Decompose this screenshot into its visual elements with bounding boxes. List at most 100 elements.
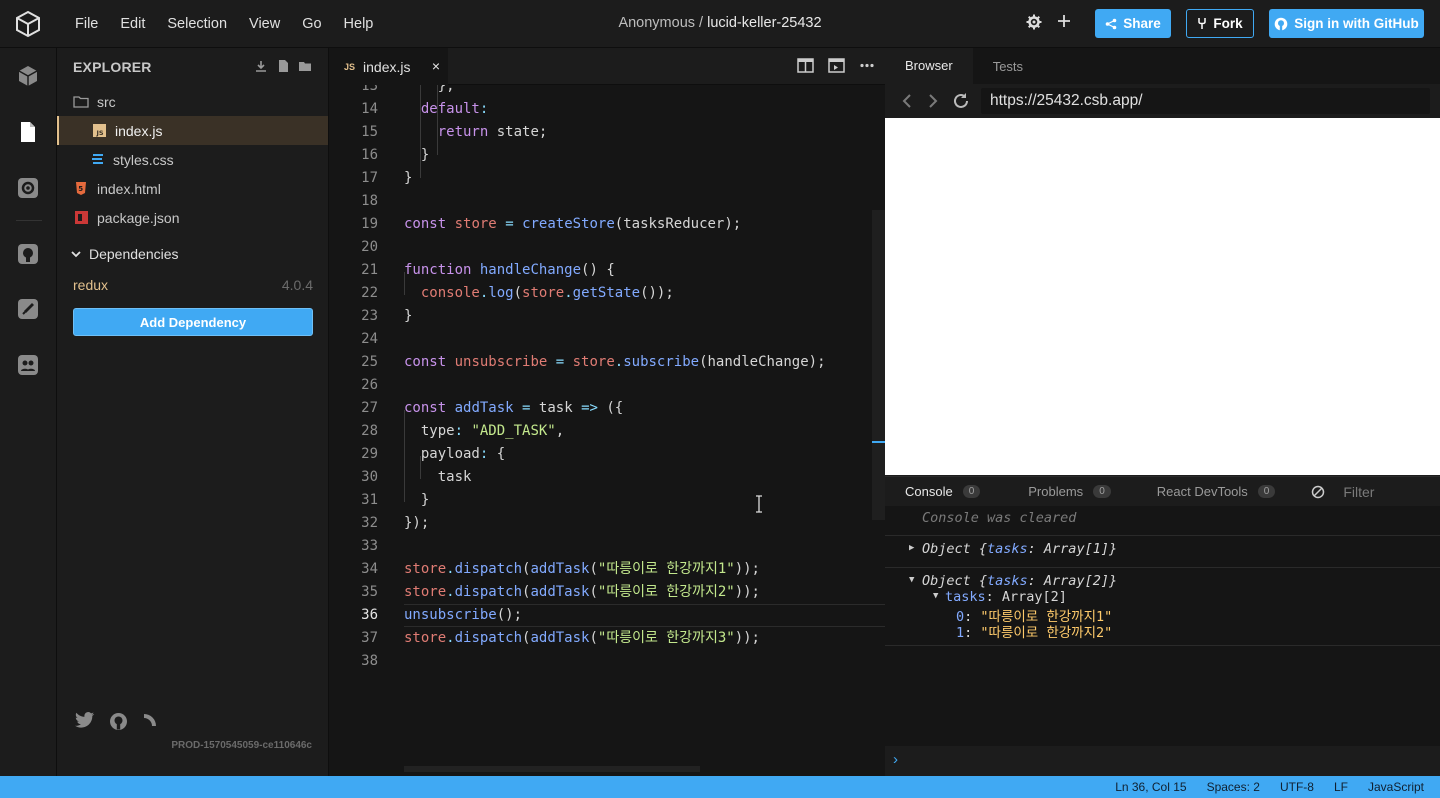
tab-problems[interactable]: Problems 0 (1028, 484, 1111, 499)
sign-in-github-button[interactable]: Sign in with GitHub (1269, 9, 1424, 38)
dependency-item[interactable]: redux 4.0.4 (73, 277, 313, 293)
chevron-down-icon (71, 251, 81, 258)
filter-input[interactable]: Filter (1343, 484, 1374, 500)
add-dependency-button[interactable]: Add Dependency (73, 308, 313, 336)
back-arrow-icon[interactable] (902, 93, 912, 109)
code-line: 35 store.dispatch(addTask("따릉이로 한강까지2")); (330, 581, 885, 604)
tab-tests[interactable]: Tests (973, 59, 1043, 74)
preview-window-icon[interactable] (828, 58, 845, 73)
editor-vertical-scrollbar[interactable] (872, 210, 885, 520)
line-number: 18 (361, 193, 378, 209)
line-source: unsubscribe(); (404, 607, 523, 623)
line-number: 19 (361, 216, 378, 232)
share-button[interactable]: Share (1095, 9, 1171, 38)
activity-bar (0, 48, 57, 776)
menu-view[interactable]: View (238, 16, 291, 32)
codesandbox-logo-icon[interactable] (14, 10, 42, 38)
tree-item-src[interactable]: src (57, 87, 328, 116)
tab-console[interactable]: Console 0 (905, 484, 981, 499)
line-number: 16 (361, 147, 378, 163)
settings-cog-icon[interactable] (16, 176, 40, 200)
address-input[interactable]: https://25432.csb.app/ (981, 88, 1430, 114)
console-tree-node[interactable]: ▼ tasks: Array[2] (933, 589, 1440, 605)
browser-url-bar: https://25432.csb.app/ (885, 84, 1440, 118)
sandbox-info-icon[interactable] (16, 64, 40, 88)
status-encoding[interactable]: UTF-8 (1280, 780, 1314, 794)
refresh-icon[interactable] (952, 92, 970, 110)
plus-icon[interactable] (1057, 14, 1071, 28)
line-number: 36 (361, 607, 378, 623)
title-sandbox-name[interactable]: lucid-keller-25432 (707, 15, 821, 31)
line-number: 21 (361, 262, 378, 278)
explorer-files-icon[interactable] (16, 120, 40, 144)
code-line: 36 unsubscribe(); (330, 604, 885, 627)
share-label: Share (1123, 16, 1161, 31)
github-panel-icon[interactable] (16, 242, 40, 266)
line-number: 32 (361, 515, 378, 531)
console-log-entry[interactable]: ▼ Object {tasks: Array[2]} (909, 573, 1440, 589)
console-tab-bar: Console 0 Problems 0 React DevTools 0 Fi… (885, 476, 1440, 506)
code-editor: JS index.js × 13 }; 14 default: 15 return … (330, 48, 885, 776)
close-tab-icon[interactable]: × (432, 58, 440, 74)
tree-item-styles-css[interactable]: styles.css (57, 145, 328, 174)
code-line: 17} (330, 167, 885, 190)
live-collaboration-icon[interactable] (16, 353, 40, 377)
split-view-icon[interactable] (797, 58, 814, 73)
github-icon[interactable] (109, 712, 128, 731)
clear-console-icon[interactable] (1311, 485, 1325, 499)
new-folder-icon[interactable] (298, 59, 312, 73)
console-input[interactable]: › (885, 746, 1440, 776)
menu-edit[interactable]: Edit (109, 16, 156, 32)
spectrum-icon[interactable] (142, 712, 158, 728)
code-area[interactable]: 13 }; 14 default: 15 return state; 16 } 17} 1… (330, 85, 885, 776)
download-icon[interactable] (254, 59, 268, 73)
status-indentation[interactable]: Spaces: 2 (1207, 780, 1260, 794)
browser-preview[interactable] (885, 118, 1440, 475)
explorer-title: EXPLORER (73, 59, 152, 75)
collapse-arrow-icon[interactable]: ▼ (909, 575, 914, 585)
explorer-sidebar: EXPLORER src JS index.js styles.css 5 in… (57, 48, 329, 776)
line-number: 14 (361, 101, 378, 117)
console-log-entry[interactable]: ▶ Object {tasks: Array[1]} (909, 541, 1440, 557)
tab-react-devtools[interactable]: React DevTools 0 (1157, 484, 1276, 499)
devtools-tab-label: React DevTools (1156, 484, 1248, 499)
tree-item-index-js[interactable]: JS index.js (57, 116, 328, 145)
line-number: 30 (361, 469, 378, 485)
editor-horizontal-scrollbar[interactable] (404, 766, 700, 772)
expand-arrow-icon[interactable]: ▶ (909, 543, 914, 553)
line-number: 23 (361, 308, 378, 324)
tab-index-js[interactable]: JS index.js × (330, 48, 448, 85)
menu-help[interactable]: Help (333, 16, 385, 32)
menu-selection[interactable]: Selection (156, 16, 238, 32)
status-cursor-position[interactable]: Ln 36, Col 15 (1115, 780, 1186, 794)
menu-go[interactable]: Go (291, 16, 332, 32)
tree-item-index-html[interactable]: 5 index.html (57, 174, 328, 203)
status-language[interactable]: JavaScript (1368, 780, 1424, 794)
editor-actions (797, 58, 875, 73)
tab-label: index.js (363, 58, 411, 75)
scrollbar-cursor-marker (872, 441, 885, 443)
tree-item-package-json[interactable]: package.json (57, 203, 328, 232)
status-bar: Ln 36, Col 15 Spaces: 2 UTF-8 LF JavaScr… (0, 776, 1440, 798)
forward-arrow-icon[interactable] (928, 93, 938, 109)
deploy-rocket-icon[interactable] (16, 297, 40, 321)
code-line: 16 } (330, 144, 885, 167)
tab-browser[interactable]: Browser (885, 48, 973, 84)
tree-item-label: index.js (115, 122, 163, 139)
line-source: function handleChange() { (404, 262, 615, 278)
count-badge: 0 (1257, 485, 1276, 498)
collapse-arrow-icon[interactable]: ▼ (933, 591, 938, 601)
fork-button[interactable]: Fork (1186, 9, 1254, 38)
more-options-icon[interactable] (859, 58, 875, 73)
code-line: 38 (330, 650, 885, 673)
menu-file[interactable]: File (64, 16, 109, 32)
status-line-ending[interactable]: LF (1334, 780, 1348, 794)
preview-tab-bar: Browser Tests (885, 48, 1440, 84)
gear-icon[interactable] (1026, 14, 1042, 30)
new-file-icon[interactable] (276, 59, 290, 73)
github-icon (1274, 17, 1288, 30)
line-source: payload: { (404, 446, 506, 462)
dependencies-header[interactable]: Dependencies (71, 246, 179, 262)
twitter-icon[interactable] (75, 712, 95, 729)
code-line: 33 (330, 535, 885, 558)
